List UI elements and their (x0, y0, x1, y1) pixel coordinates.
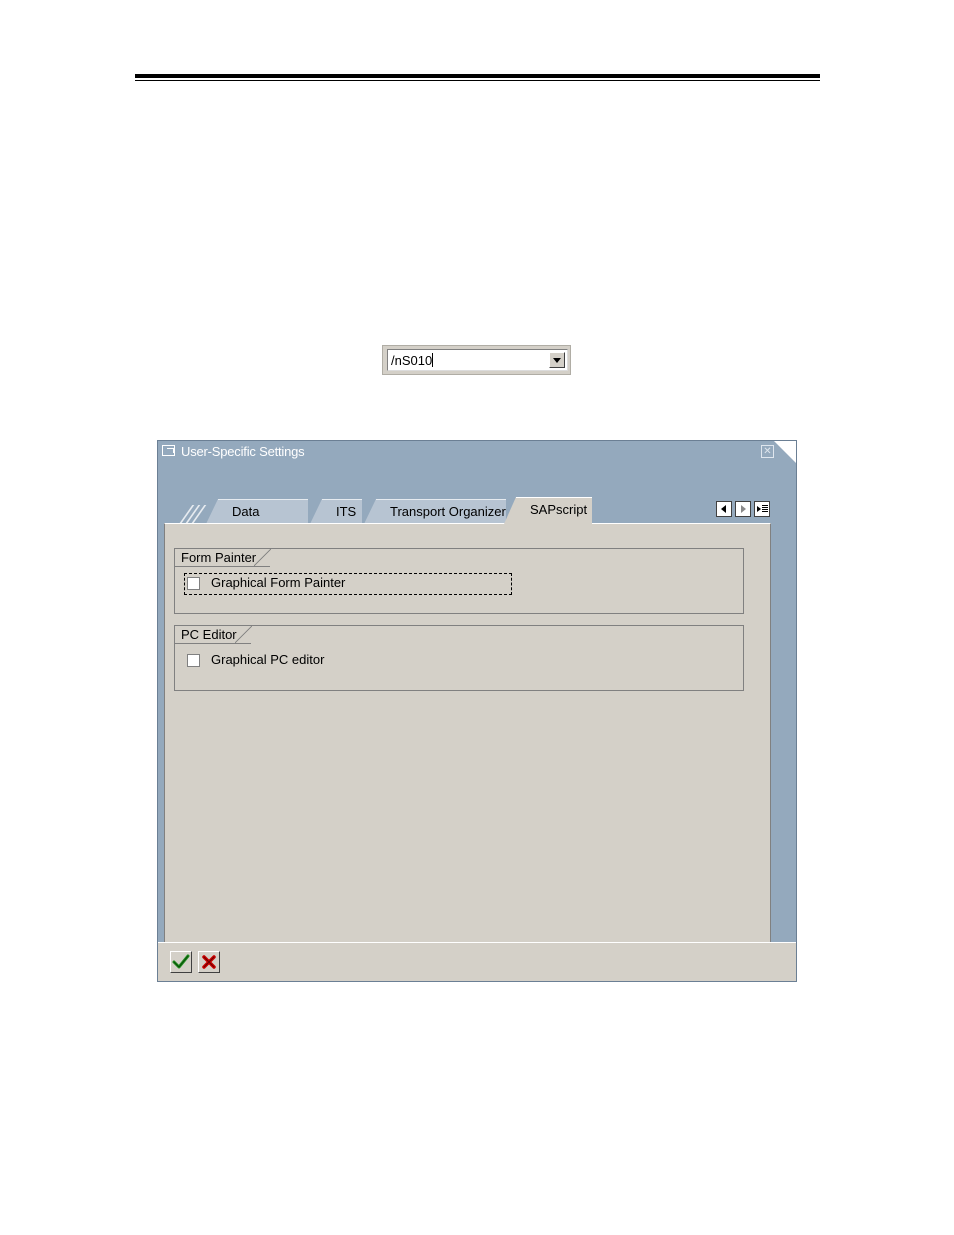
tab-strip: Data Browser ITS Transport Organizer SAP… (176, 497, 776, 543)
command-field[interactable]: /nS010 (387, 349, 568, 371)
dialog-body: Data Browser ITS Transport Organizer SAP… (158, 463, 796, 952)
confirm-button[interactable] (170, 951, 192, 973)
green-check-icon (172, 954, 190, 969)
dialog-icon (162, 445, 175, 456)
tab-list-icon[interactable] (754, 501, 770, 517)
form-painter-group: Form Painter Graphical Form Painter (174, 548, 744, 614)
command-field-frame: /nS010 (382, 345, 571, 375)
hidden-tabs-indicator (179, 505, 207, 523)
dialog-title: User-Specific Settings (181, 444, 305, 459)
titlebar-corner (774, 441, 796, 463)
tab-scroll-right-icon[interactable] (735, 501, 751, 517)
user-specific-settings-dialog: User-Specific Settings ✕ Data Browser IT… (157, 440, 797, 982)
pc-editor-group-title: PC Editor (175, 626, 252, 644)
dialog-footer (158, 942, 796, 981)
tab-sapscript[interactable]: SAPscript (504, 497, 592, 524)
form-painter-group-title: Form Painter (175, 549, 272, 567)
graphical-form-painter-row[interactable]: Graphical Form Painter (184, 573, 514, 595)
header-rule-thick (135, 74, 820, 78)
close-icon[interactable]: ✕ (761, 445, 774, 458)
tab-its[interactable]: ITS (310, 499, 362, 524)
graphical-pc-editor-checkbox[interactable] (187, 654, 200, 667)
graphical-pc-editor-label: Graphical PC editor (211, 652, 325, 667)
dialog-titlebar: User-Specific Settings ✕ (158, 441, 796, 463)
red-x-icon (202, 955, 216, 969)
header-rule-thin (135, 80, 820, 81)
page-header-rule (135, 74, 820, 82)
graphical-form-painter-checkbox[interactable] (187, 577, 200, 590)
command-field-text: /nS010 (391, 353, 434, 368)
tab-transport-organizer[interactable]: Transport Organizer (364, 499, 506, 524)
command-history-dropdown-button[interactable] (549, 352, 565, 368)
tab-data-browser[interactable]: Data Browser (206, 499, 308, 543)
sapscript-tab-panel: Form Painter Graphical Form Painter PC E… (164, 523, 771, 952)
graphical-form-painter-label: Graphical Form Painter (211, 575, 346, 590)
cancel-button[interactable] (198, 951, 220, 973)
pc-editor-group: PC Editor Graphical PC editor (174, 625, 744, 691)
graphical-pc-editor-row[interactable]: Graphical PC editor (184, 650, 514, 672)
tab-scroll-left-icon[interactable] (716, 501, 732, 517)
